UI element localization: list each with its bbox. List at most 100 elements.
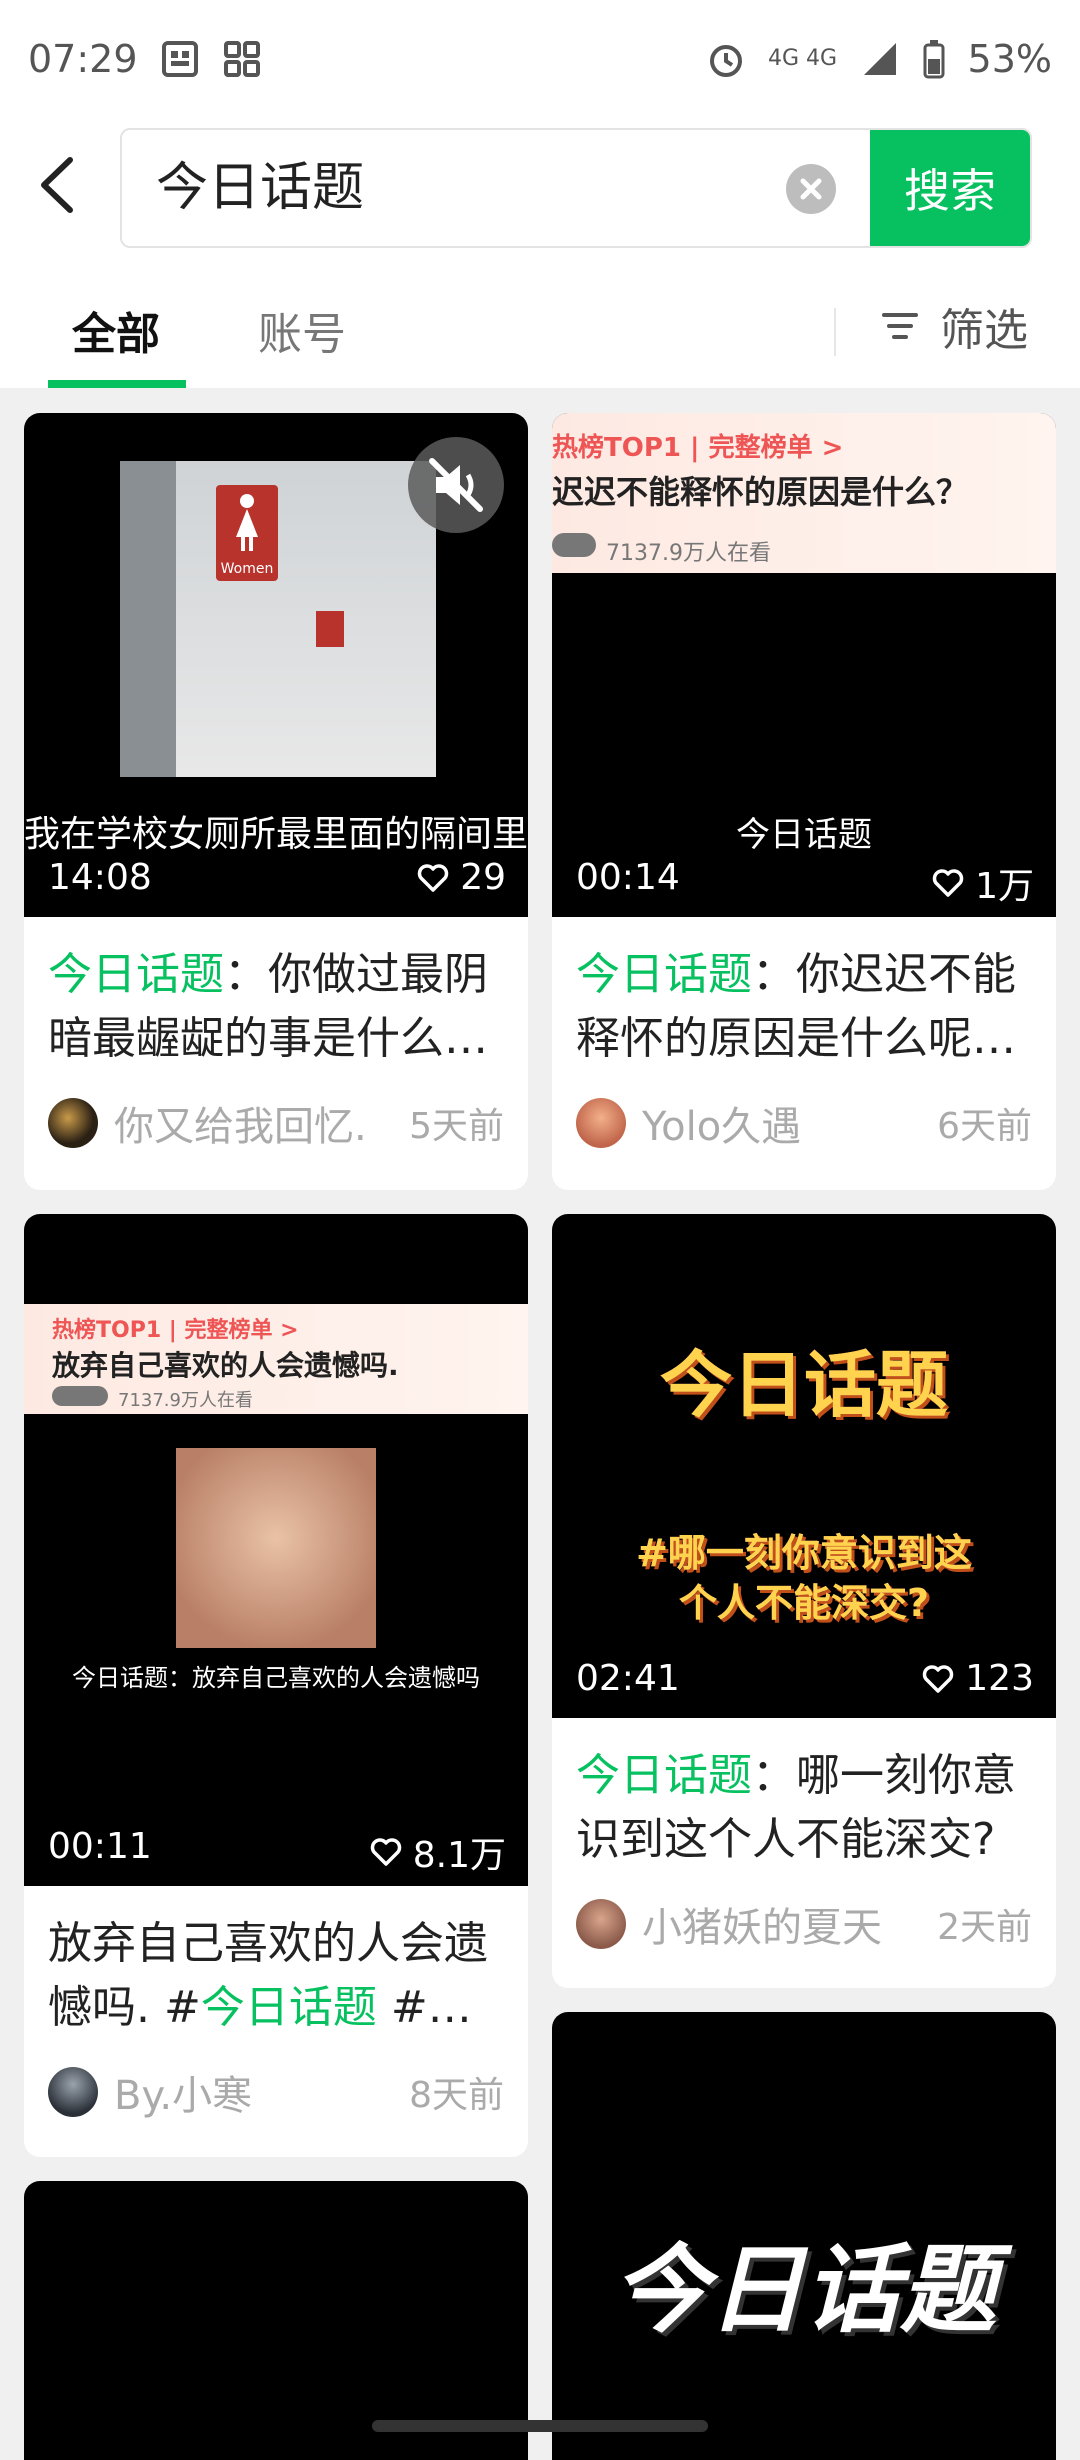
banner-watch-count: 7137.9万人在看 [118,1390,253,1411]
likes-value: 123 [965,1658,1034,1699]
like-count: 29 [416,857,506,898]
topic-highlight[interactable]: 今日话题 [201,1982,377,2033]
hot-list-banner: 热榜TOP1 | 完整榜单 > 迟迟不能释怀的原因是什么？ 7137.9万人在看 [552,413,1056,573]
avatar[interactable] [48,2067,98,2117]
home-indicator[interactable] [372,2420,708,2432]
video-duration: 00:11 [48,1826,152,1867]
tab-account[interactable]: 账号 [258,298,346,362]
card-title: 放弃自己喜欢的人会遗憾吗. #今日话题 #文… [48,1912,504,2040]
tab-all[interactable]: 全部 [72,298,160,362]
status-time: 07:29 [28,37,138,81]
search-input[interactable]: 今日话题 搜索 [120,128,1032,248]
banner-watch-count: 7137.9万人在看 [606,541,771,566]
post-time: 2天前 [937,1907,1032,1948]
thumbnail-title: 今日话题 [612,2234,996,2346]
likes-value: 29 [460,857,506,898]
heart-icon [932,869,964,897]
like-count: 123 [921,1658,1034,1699]
video-card[interactable]: 今日话题 [552,2012,1056,2460]
author-name[interactable]: Yolo久遇 [642,1094,937,1152]
restroom-sign: Women [216,485,278,581]
signal-icon [860,39,900,79]
thumbnail-subtitle: 个人不能深交? [678,1581,930,1625]
video-thumbnail[interactable] [24,2181,528,2460]
filter-button[interactable]: 筛选 [880,294,1028,358]
like-count: 1万 [931,857,1034,909]
filter-icon [882,313,918,339]
video-thumbnail[interactable]: 今日话题 #哪一刻你意识到这 个人不能深交? 02:41 123 [552,1214,1056,1718]
filter-label: 筛选 [940,305,1028,356]
mute-button[interactable] [408,437,504,533]
app-notification-icon [160,39,200,79]
video-thumbnail[interactable]: 热榜TOP1 | 完整榜单 > 迟迟不能释怀的原因是什么？ 7137.9万人在看… [552,413,1056,917]
status-bar: 07:29 4G 4G 53% [0,0,1080,118]
search-header: 今日话题 搜索 [0,118,1080,258]
thumbnail-subtitle: #哪一刻你意识到这 [636,1531,972,1575]
like-count: 8.1万 [369,1826,506,1878]
baby-face-image [176,1448,376,1648]
author-name[interactable]: 小猪妖的夏天 [642,1895,937,1953]
card-title: 今日话题：你迟迟不能释怀的原因是什么呢… [576,943,1032,1071]
back-button[interactable] [30,150,90,220]
likes-value: 1万 [975,866,1034,907]
video-duration: 14:08 [48,857,152,898]
speaker-muted-icon [429,458,483,512]
topic-highlight[interactable]: 今日话题 [48,949,224,1000]
close-icon [800,178,822,200]
avatar[interactable] [48,1098,98,1148]
card-title: 今日话题：哪一刻你意识到这个人不能深交? [576,1744,1032,1872]
author-name[interactable]: 你又给我回忆. [114,1094,409,1152]
likes-value: 8.1万 [412,1835,506,1876]
alarm-icon [706,39,746,79]
battery-icon [922,39,946,79]
thumbnail-image: Women [120,461,436,777]
author-row: Yolo久遇 6天前 [576,1095,1032,1151]
video-thumbnail[interactable]: 热榜TOP1 | 完整榜单 > 放弃自己喜欢的人会遗憾吗. 7137.9万人在看… [24,1214,528,1886]
topic-highlight[interactable]: 今日话题 [576,949,752,1000]
tab-active-indicator [48,380,186,388]
author-name[interactable]: By.小寒 [114,2063,409,2121]
battery-level: 53% [967,37,1052,81]
card-title: 今日话题：你做过最阴暗最龌龊的事是什么… [48,943,504,1071]
thumbnail-title: 今日话题 [659,1343,948,1427]
video-thumbnail[interactable]: Women 我在学校女厕所最里面的隔间里 14:08 29 [24,413,528,917]
video-duration: 02:41 [576,1658,680,1699]
video-card[interactable]: 热榜TOP1 | 完整榜单 > 迟迟不能释怀的原因是什么？ 7137.9万人在看… [552,413,1056,1190]
grid-icon [222,39,262,79]
video-card[interactable]: Women 我在学校女厕所最里面的隔间里 14:08 29 今日话题：你做过最阴… [24,413,528,1190]
search-button[interactable]: 搜索 [870,130,1030,246]
author-row: 你又给我回忆. 5天前 [48,1095,504,1151]
avatar[interactable] [576,1098,626,1148]
video-card[interactable] [24,2181,528,2460]
author-row: 小猪妖的夏天 2天前 [576,1896,1032,1952]
video-card[interactable]: 热榜TOP1 | 完整榜单 > 放弃自己喜欢的人会遗憾吗. 7137.9万人在看… [24,1214,528,2157]
divider [834,308,836,356]
woman-icon [236,494,258,551]
topic-highlight[interactable]: 今日话题 [576,1750,752,1801]
chevron-left-icon [41,157,73,213]
search-query: 今日话题 [156,158,365,218]
post-time: 6天前 [937,1106,1032,1147]
video-thumbnail[interactable]: 今日话题 [552,2012,1056,2460]
heart-icon [417,863,449,892]
hot-list-banner: 热榜TOP1 | 完整榜单 > 放弃自己喜欢的人会遗憾吗. 7137.9万人在看 [24,1304,528,1414]
viewer-avatars [552,533,596,557]
video-caption: 今日话题 [736,815,872,855]
hot-top-label: 热榜TOP1 | 完整榜单 > [552,433,844,463]
post-time: 5天前 [409,1106,504,1147]
video-duration: 00:14 [576,857,680,898]
search-tabs: 全部 账号 筛选 [0,258,1080,388]
banner-question: 放弃自己喜欢的人会遗憾吗. [52,1349,399,1382]
video-card[interactable]: 今日话题 #哪一刻你意识到这 个人不能深交? 02:41 123 今日话题：哪一… [552,1214,1056,1988]
heart-icon [370,1838,401,1866]
banner-question: 迟迟不能释怀的原因是什么？ [552,473,969,511]
post-time: 8天前 [409,2075,504,2116]
hot-top-label: 热榜TOP1 | 完整榜单 > [52,1318,299,1343]
clear-search-button[interactable] [786,164,836,214]
viewer-avatars [52,1386,108,1406]
sign-label: Women [220,561,274,577]
small-sign [316,611,344,647]
video-caption: 我在学校女厕所最里面的隔间里 [24,814,528,855]
network-label: 4G 4G [767,46,838,71]
avatar[interactable] [576,1899,626,1949]
